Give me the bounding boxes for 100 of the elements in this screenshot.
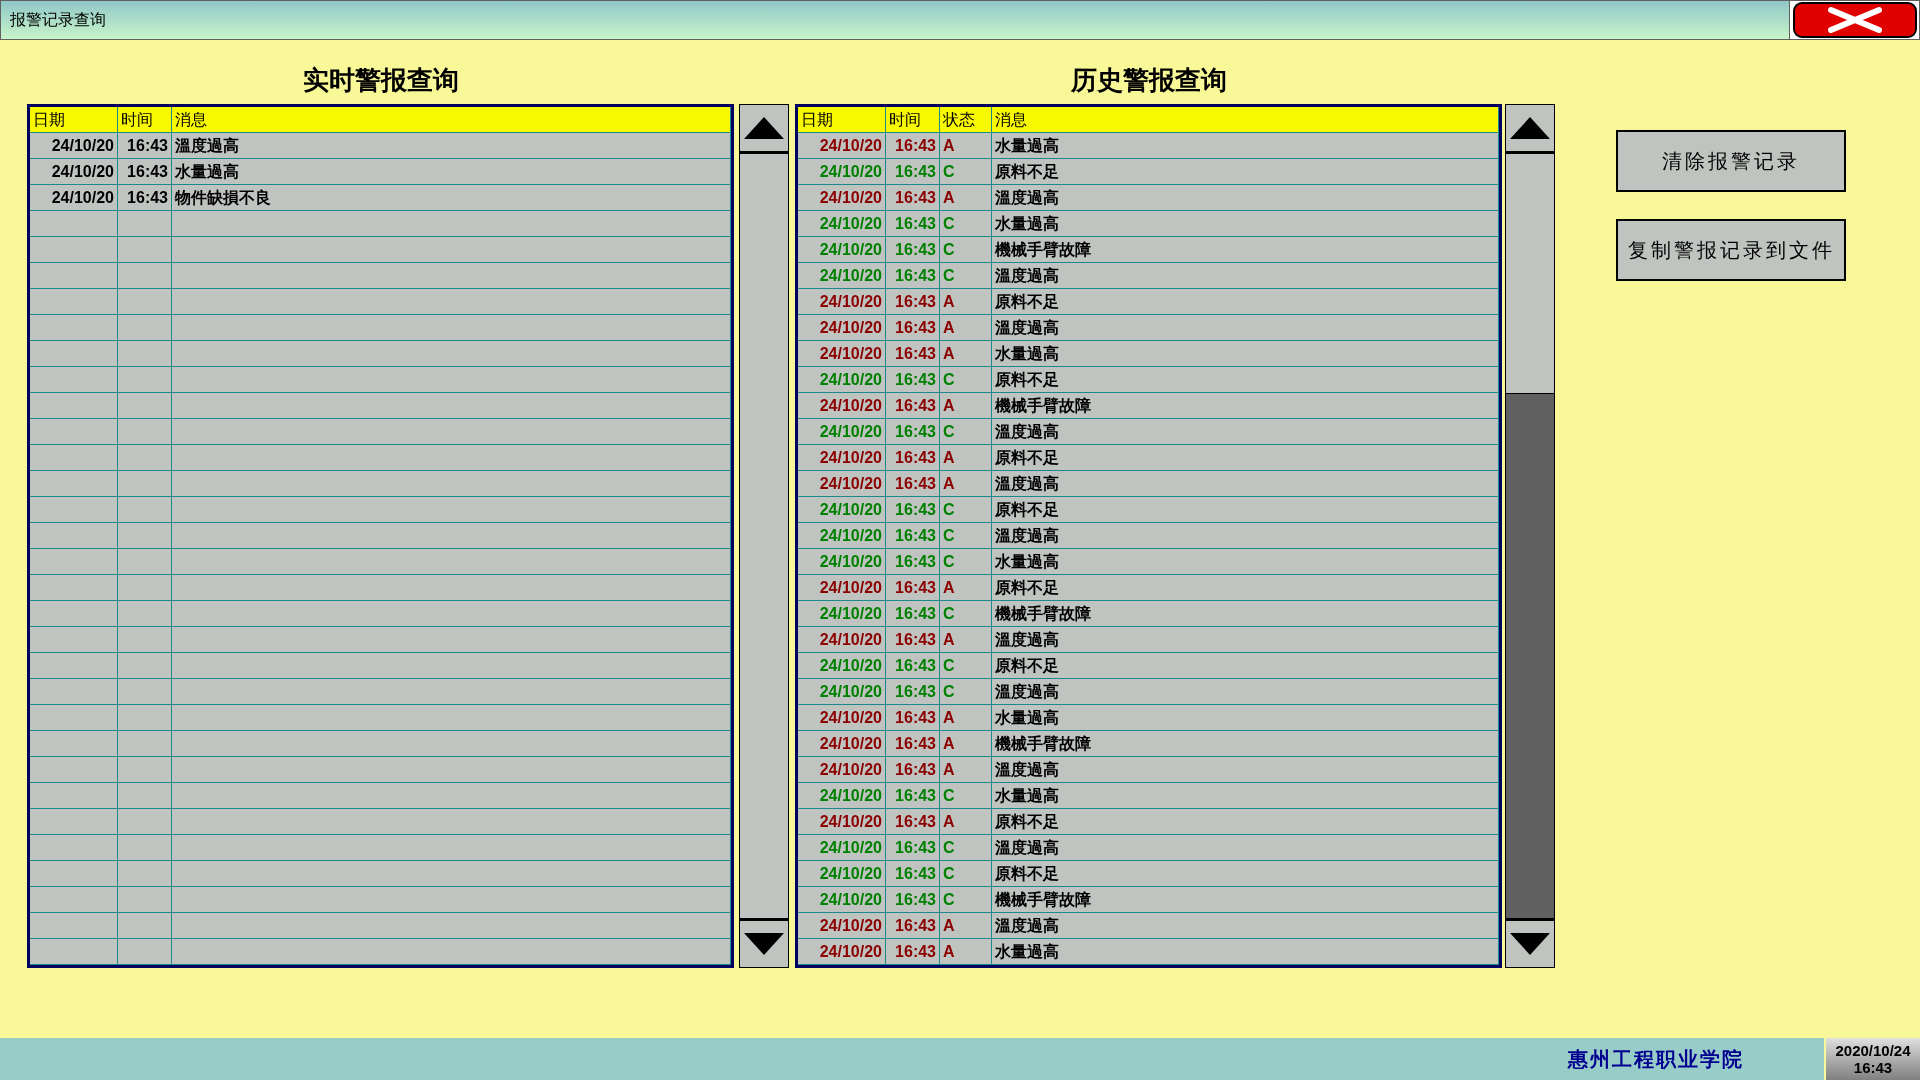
status-cell: A — [940, 133, 992, 159]
message-cell: 原料不足 — [992, 809, 1499, 835]
message-cell: 溫度過高 — [992, 913, 1499, 939]
message-cell: 溫度過高 — [992, 419, 1499, 445]
message-cell: 原料不足 — [992, 159, 1499, 185]
time-cell: 16:43 — [886, 835, 940, 861]
action-button[interactable]: 清除报警记录 — [1616, 130, 1846, 192]
status-cell: C — [940, 523, 992, 549]
empty-cell — [118, 601, 172, 627]
message-cell: 機械手臂故障 — [992, 237, 1499, 263]
institution-name: 惠州工程职业学院 — [1566, 1047, 1745, 1072]
empty-cell — [118, 263, 172, 289]
status-cell: A — [940, 341, 992, 367]
time-cell: 16:43 — [886, 757, 940, 783]
date-cell: 24/10/20 — [798, 783, 886, 809]
time-cell: 16:43 — [118, 159, 172, 185]
status-cell: C — [940, 419, 992, 445]
date-cell: 24/10/20 — [798, 731, 886, 757]
status-cell: C — [940, 887, 992, 913]
down-triangle-icon — [744, 933, 784, 955]
status-cell: A — [940, 731, 992, 757]
empty-cell — [118, 393, 172, 419]
column-header: 日期 — [798, 107, 886, 133]
message-cell: 水量過高 — [992, 939, 1499, 965]
message-cell: 原料不足 — [992, 497, 1499, 523]
status-cell: C — [940, 835, 992, 861]
scroll-down-button[interactable] — [739, 918, 789, 968]
date-cell: 24/10/20 — [798, 367, 886, 393]
time-cell: 16:43 — [886, 211, 940, 237]
status-cell: A — [940, 445, 992, 471]
empty-cell — [118, 419, 172, 445]
time-cell: 16:43 — [886, 705, 940, 731]
empty-cell — [118, 887, 172, 913]
empty-cell — [118, 705, 172, 731]
empty-cell — [118, 653, 172, 679]
status-cell: C — [940, 263, 992, 289]
time-cell: 16:43 — [886, 263, 940, 289]
status-cell: C — [940, 549, 992, 575]
date-cell: 24/10/20 — [798, 263, 886, 289]
scroll-down-button[interactable] — [1505, 918, 1555, 968]
column-header: 时间 — [118, 107, 172, 133]
time-cell: 16:43 — [886, 133, 940, 159]
message-cell: 原料不足 — [992, 861, 1499, 887]
empty-cell — [118, 237, 172, 263]
time-cell: 16:43 — [886, 497, 940, 523]
status-cell: A — [940, 393, 992, 419]
date-cell: 24/10/20 — [798, 445, 886, 471]
time-cell: 16:43 — [886, 445, 940, 471]
date-cell: 24/10/20 — [798, 601, 886, 627]
date-cell: 24/10/20 — [798, 809, 886, 835]
date-cell: 24/10/20 — [798, 679, 886, 705]
date-cell: 24/10/20 — [798, 757, 886, 783]
time-cell: 16:43 — [886, 783, 940, 809]
column-header: 日期 — [30, 107, 118, 133]
status-cell: C — [940, 861, 992, 887]
column-header: 消息 — [172, 107, 731, 133]
time-cell: 16:43 — [886, 289, 940, 315]
empty-cell — [118, 783, 172, 809]
date-cell: 24/10/20 — [798, 393, 886, 419]
time-cell: 16:43 — [886, 185, 940, 211]
date-cell: 24/10/20 — [798, 211, 886, 237]
message-cell: 原料不足 — [992, 445, 1499, 471]
status-cell: A — [940, 289, 992, 315]
column-header: 时间 — [886, 107, 940, 133]
message-cell: 水量過高 — [992, 211, 1499, 237]
history-title: 历史警报查询 — [1069, 63, 1228, 97]
message-cell: 原料不足 — [992, 367, 1499, 393]
scroll-up-button[interactable] — [1505, 104, 1555, 154]
date-cell: 24/10/20 — [798, 913, 886, 939]
empty-cell — [118, 367, 172, 393]
empty-cell — [118, 913, 172, 939]
date-cell: 24/10/20 — [798, 523, 886, 549]
down-triangle-icon — [1510, 933, 1550, 955]
message-cell: 物件缺損不良 — [172, 185, 731, 211]
status-cell: C — [940, 237, 992, 263]
time-cell: 16:43 — [886, 549, 940, 575]
action-button[interactable]: 复制警报记录到文件 — [1616, 219, 1846, 281]
empty-cell — [118, 211, 172, 237]
message-cell: 機械手臂故障 — [992, 601, 1499, 627]
empty-cell — [118, 341, 172, 367]
time-cell: 16:43 — [886, 861, 940, 887]
date-cell: 24/10/20 — [798, 835, 886, 861]
message-cell: 原料不足 — [992, 575, 1499, 601]
scroll-up-button[interactable] — [739, 104, 789, 154]
time-cell: 16:43 — [886, 237, 940, 263]
time-cell: 16:43 — [886, 939, 940, 965]
date-cell: 24/10/20 — [798, 705, 886, 731]
status-cell: C — [940, 159, 992, 185]
message-cell: 溫度過高 — [992, 315, 1499, 341]
close-icon — [1792, 2, 1917, 38]
time-cell: 16:43 — [886, 887, 940, 913]
close-button[interactable] — [1789, 1, 1919, 39]
scroll-thumb[interactable] — [1506, 154, 1554, 394]
up-triangle-icon — [1510, 117, 1550, 139]
empty-cell — [118, 809, 172, 835]
status-cell: A — [940, 471, 992, 497]
message-cell: 水量過高 — [992, 783, 1499, 809]
message-cell: 水量過高 — [992, 341, 1499, 367]
date-cell: 24/10/20 — [798, 185, 886, 211]
date-cell: 24/10/20 — [798, 653, 886, 679]
